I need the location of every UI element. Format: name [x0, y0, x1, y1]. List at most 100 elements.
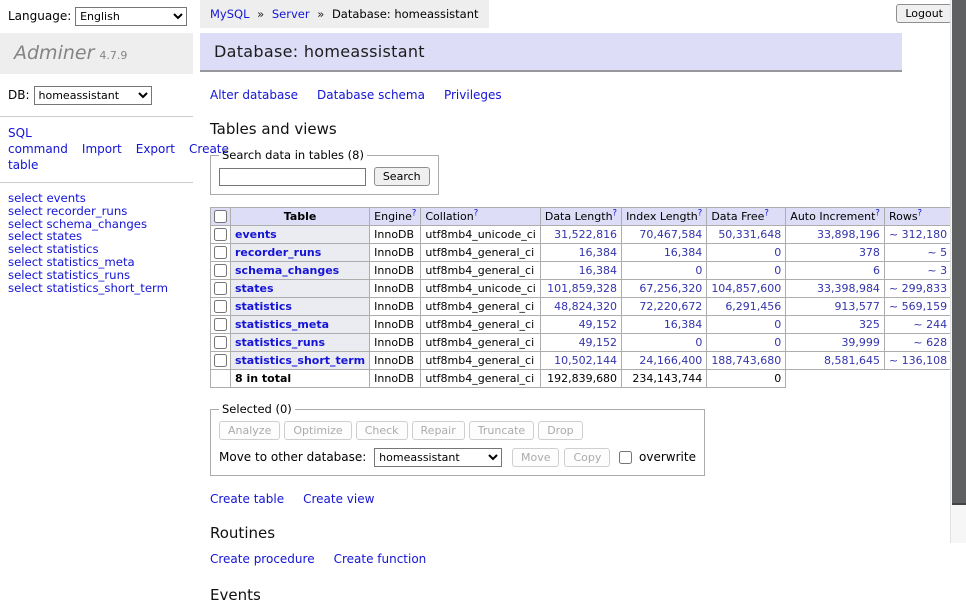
total-filler — [786, 370, 966, 388]
row-checkbox-statistics-runs[interactable] — [214, 336, 227, 349]
sidebar-select-statistics-runs[interactable]: select statistics_runs — [8, 269, 185, 282]
db-link-privileges[interactable]: Privileges — [444, 88, 502, 102]
row-checkbox-schema-changes[interactable] — [214, 264, 227, 277]
db-link-alter-database[interactable]: Alter database — [210, 88, 298, 102]
auto-increment-cell: 325 — [786, 316, 885, 334]
collation-cell: utf8mb4_general_ci — [421, 298, 540, 316]
app-logo[interactable]: Adminer — [14, 42, 94, 64]
table-link-statistics-short-term[interactable]: statistics_short_term — [235, 354, 365, 367]
table-link-schema-changes[interactable]: schema_changes — [235, 264, 339, 277]
total-index-length: 234,143,744 — [622, 370, 707, 388]
help-link-collation[interactable]: ? — [474, 208, 479, 218]
table-link-events[interactable]: events — [235, 228, 277, 241]
create-link-create-table[interactable]: Create table — [210, 492, 284, 506]
routines-link-create-procedure[interactable]: Create procedure — [210, 552, 315, 566]
select-all-checkbox[interactable] — [214, 210, 227, 223]
sidebar-select-statistics-meta[interactable]: select statistics_meta — [8, 256, 185, 269]
data-free-cell: 0 — [707, 334, 786, 352]
analyze-button[interactable]: Analyze — [219, 421, 280, 440]
search-button[interactable]: Search — [374, 167, 430, 186]
language-select[interactable]: English — [75, 7, 187, 26]
move-buttons: MoveCopy — [512, 450, 615, 464]
vertical-scrollbar[interactable] — [950, 0, 966, 543]
table-row-schema-changes: schema_changesInnoDButf8mb4_general_ci16… — [211, 262, 966, 280]
row-checkbox-states[interactable] — [214, 282, 227, 295]
row-checkbox-statistics-short-term[interactable] — [214, 354, 227, 367]
sidebar-action-sql-command[interactable]: SQL command — [8, 126, 68, 156]
sidebar-action-import[interactable]: Import — [82, 142, 122, 156]
routines-link-create-function[interactable]: Create function — [334, 552, 427, 566]
table-name-cell: statistics_runs — [231, 334, 370, 352]
overwrite-checkbox[interactable] — [619, 451, 632, 464]
index-length-cell: 16,384 — [622, 244, 707, 262]
copy-button[interactable]: Copy — [564, 448, 610, 467]
app-version: 4.7.9 — [99, 49, 127, 62]
column-header-data-length: Data Length? — [540, 208, 621, 226]
rows-cell: ~ 136,108 — [884, 352, 951, 370]
sidebar-select-statistics-short-term[interactable]: select statistics_short_term — [8, 282, 185, 295]
table-row-statistics-meta: statistics_metaInnoDButf8mb4_general_ci4… — [211, 316, 966, 334]
collation-cell: utf8mb4_general_ci — [421, 244, 540, 262]
drop-button[interactable]: Drop — [538, 421, 582, 440]
engine-cell: InnoDB — [370, 244, 421, 262]
collation-cell: utf8mb4_general_ci — [421, 316, 540, 334]
table-link-states[interactable]: states — [235, 282, 274, 295]
table-name-cell: schema_changes — [231, 262, 370, 280]
table-row-events: eventsInnoDButf8mb4_unicode_ci31,522,816… — [211, 226, 966, 244]
sidebar-select-events[interactable]: select events — [8, 192, 185, 205]
search-input[interactable] — [219, 168, 366, 186]
rows-cell: ~ 312,180 — [884, 226, 951, 244]
help-link-engine[interactable]: ? — [412, 208, 417, 218]
move-button[interactable]: Move — [512, 448, 560, 467]
sidebar-select-recorder-runs[interactable]: select recorder_runs — [8, 205, 185, 218]
tables-body: eventsInnoDButf8mb4_unicode_ci31,522,816… — [211, 226, 966, 388]
data-free-cell: 188,743,680 — [707, 352, 786, 370]
tables-header: TableEngine?Collation?Data Length?Index … — [211, 208, 966, 226]
breadcrumb-link-mysql[interactable]: MySQL — [210, 7, 250, 21]
table-row-recorder-runs: recorder_runs InnoDButf8mb4_general_ci 16,… — [211, 244, 966, 262]
scrollbar-thumb[interactable] — [952, 0, 966, 505]
create-links: Create table Create view — [210, 492, 950, 506]
collation-cell: utf8mb4_general_ci — [421, 334, 540, 352]
column-header-table: Table — [231, 208, 370, 226]
column-header-data-free: Data Free? — [707, 208, 786, 226]
help-link-index-length[interactable]: ? — [698, 208, 703, 218]
logout-button[interactable]: Logout — [896, 4, 952, 23]
data-free-cell: 0 — [707, 244, 786, 262]
breadcrumb-separator: » — [314, 7, 328, 21]
data-length-cell: 48,824,320 — [540, 298, 621, 316]
db-link-database-schema[interactable]: Database schema — [317, 88, 425, 102]
index-length-cell: 0 — [622, 334, 707, 352]
check-button[interactable]: Check — [356, 421, 408, 440]
sidebar-divider — [0, 116, 193, 117]
row-checkbox-statistics-meta[interactable] — [214, 318, 227, 331]
move-db-select[interactable]: homeassistant — [374, 448, 502, 467]
table-link-recorder-runs[interactable]: recorder_runs — [235, 246, 321, 259]
optimize-button[interactable]: Optimize — [284, 421, 351, 440]
index-length-cell: 0 — [622, 262, 707, 280]
db-select[interactable]: homeassistant — [34, 86, 152, 105]
table-link-statistics-runs[interactable]: statistics_runs — [235, 336, 325, 349]
sidebar-action-export[interactable]: Export — [136, 142, 175, 156]
total-collation: utf8mb4_general_ci — [421, 370, 540, 388]
breadcrumb-link-server[interactable]: Server — [272, 7, 310, 21]
table-link-statistics-meta[interactable]: statistics_meta — [235, 318, 329, 331]
help-link-data-length[interactable]: ? — [613, 208, 618, 218]
breadcrumb-current: Database: homeassistant — [332, 7, 479, 21]
selected-buttons: AnalyzeOptimize CheckRepairTruncateDrop — [219, 421, 696, 440]
selected-fieldset: Selected (0) AnalyzeOptimizeCheckRepairT… — [210, 402, 705, 476]
row-checkbox-events[interactable] — [214, 228, 227, 241]
events-heading: Events — [210, 586, 950, 604]
help-link-data-free[interactable]: ? — [764, 208, 769, 218]
help-link-rows[interactable]: ? — [918, 208, 923, 218]
db-label: DB: — [8, 88, 30, 102]
repair-button[interactable]: Repair — [412, 421, 465, 440]
row-checkbox-statistics[interactable] — [214, 300, 227, 313]
truncate-button[interactable]: Truncate — [469, 421, 534, 440]
help-link-auto-increment[interactable]: ? — [875, 208, 880, 218]
data-length-cell: 10,502,144 — [540, 352, 621, 370]
table-link-statistics[interactable]: statistics — [235, 300, 292, 313]
engine-cell: InnoDB — [370, 280, 421, 298]
create-link-create-view[interactable]: Create view — [303, 492, 374, 506]
row-checkbox-recorder-runs[interactable] — [214, 246, 227, 259]
